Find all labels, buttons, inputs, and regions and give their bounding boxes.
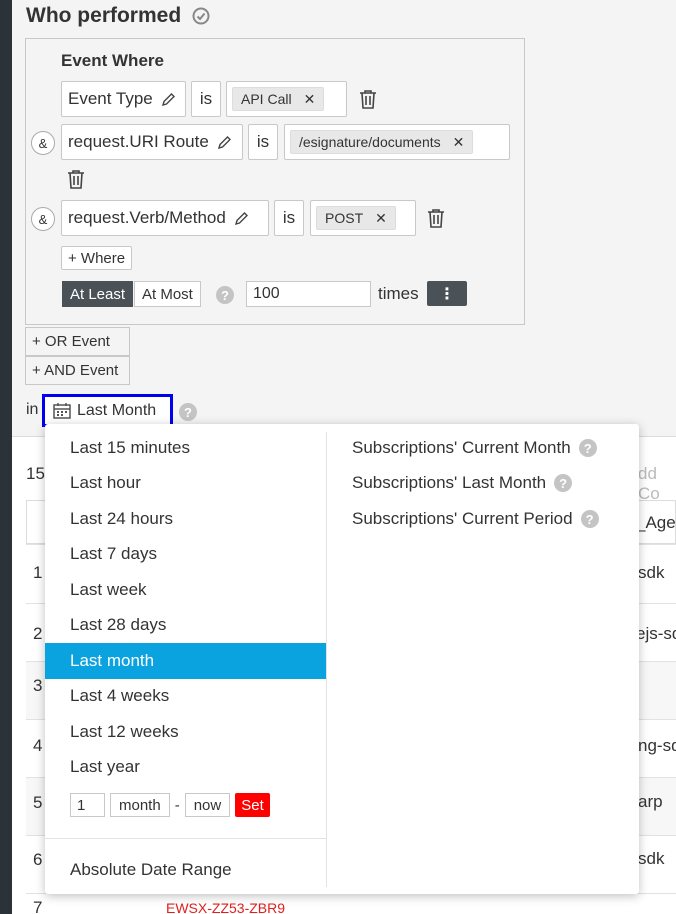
and-connector: & — [31, 207, 55, 231]
condition-operator[interactable]: is — [248, 124, 278, 160]
help-icon[interactable]: ? — [580, 510, 599, 528]
condition-field-event-type[interactable]: Event Type — [61, 81, 186, 117]
section-title: Who performed — [26, 4, 182, 27]
time-range-prefix: in — [26, 401, 39, 418]
subscription-option-label: Subscriptions' Last Month — [352, 473, 547, 492]
custom-amount-input[interactable]: 1 — [70, 793, 105, 817]
condition-value-box[interactable]: POST ✕ — [310, 200, 416, 236]
column-header-fragment: _Agen — [636, 513, 676, 532]
event-where-label: Event Where — [61, 51, 164, 70]
value-tag-label: POST — [325, 210, 364, 226]
and-connector: & — [31, 131, 55, 155]
at-least-toggle[interactable]: At Least — [62, 281, 134, 307]
condition-operator[interactable]: is — [191, 81, 221, 117]
range-option-last-4-weeks[interactable]: Last 4 weeks — [45, 678, 326, 714]
subscription-option-label: Subscriptions' Current Month — [352, 438, 571, 457]
custom-unit-select[interactable]: month — [110, 793, 170, 817]
condition-value-box[interactable]: /esignature/documents ✕ — [284, 124, 510, 160]
range-option-last-7-days[interactable]: Last 7 days — [45, 536, 326, 572]
time-range-label: Last Month — [77, 401, 157, 419]
condition-field-label: request.URI Route — [68, 132, 209, 151]
value-tag-label: API Call — [241, 91, 292, 107]
time-range-dropdown: Last 15 minutes Last hour Last 24 hours … — [45, 424, 639, 894]
dropdown-separator — [45, 838, 326, 839]
subscription-option-current-period[interactable]: Subscriptions' Current Period ? — [352, 509, 599, 529]
subscription-option-label: Subscriptions' Current Period — [352, 509, 573, 528]
or-event-button[interactable]: + OR Event — [25, 327, 130, 356]
remove-value-icon[interactable]: ✕ — [375, 210, 387, 227]
set-button[interactable]: Set — [235, 793, 270, 817]
help-icon[interactable]: ? — [578, 439, 597, 457]
check-clock-icon[interactable] — [191, 6, 211, 26]
section-heading: Who performed — [26, 4, 211, 28]
range-option-last-24-hours[interactable]: Last 24 hours — [45, 501, 326, 537]
range-option-last-12-weeks[interactable]: Last 12 weeks — [45, 714, 326, 750]
time-range-button[interactable]: Last Month — [42, 394, 173, 427]
condition-operator[interactable]: is — [274, 200, 304, 236]
trash-icon[interactable] — [67, 169, 85, 189]
condition-field-uri-route[interactable]: request.URI Route — [61, 124, 243, 160]
trash-icon[interactable] — [359, 89, 377, 109]
at-most-toggle[interactable]: At Most — [134, 281, 201, 307]
trash-icon[interactable] — [427, 208, 445, 228]
condition-value-box[interactable]: API Call ✕ — [226, 81, 347, 117]
absolute-date-range-option[interactable]: Absolute Date Range — [70, 860, 232, 880]
remove-value-icon[interactable]: ✕ — [453, 134, 465, 151]
help-icon[interactable]: ? — [554, 474, 573, 492]
range-option-last-hour[interactable]: Last hour — [45, 465, 326, 501]
kebab-menu-icon[interactable]: ⋮ — [427, 281, 467, 306]
subscription-option-last-month[interactable]: Subscriptions' Last Month ? — [352, 473, 573, 493]
condition-field-label: Event Type — [68, 89, 153, 108]
range-option-last-28-days[interactable]: Last 28 days — [45, 607, 326, 643]
range-option-last-week[interactable]: Last week — [45, 572, 326, 608]
range-option-last-month[interactable]: Last month — [45, 643, 326, 679]
condition-field-label: request.Verb/Method — [68, 208, 226, 227]
value-tag: API Call ✕ — [232, 87, 325, 111]
pencil-icon[interactable] — [217, 135, 232, 150]
times-label: times — [378, 284, 419, 303]
condition-field-verb-method[interactable]: request.Verb/Method — [61, 200, 269, 236]
pencil-icon[interactable] — [234, 211, 249, 226]
result-count: 15 — [26, 464, 45, 483]
count-input[interactable]: 100 — [246, 281, 371, 307]
table-row[interactable]: 7 EWSX-ZZ53-ZBR9 — [26, 893, 676, 914]
add-column-input[interactable]: dd Co — [638, 464, 676, 504]
value-tag-label: /esignature/documents — [299, 134, 441, 150]
remove-value-icon[interactable]: ✕ — [304, 91, 316, 108]
custom-range-row: 1 month - now Set — [70, 793, 270, 817]
custom-end-select[interactable]: now — [184, 793, 231, 817]
value-tag: POST ✕ — [316, 206, 396, 230]
value-tag: /esignature/documents ✕ — [290, 130, 474, 154]
dropdown-divider — [326, 432, 327, 887]
calendar-icon — [53, 402, 71, 419]
range-option-last-year[interactable]: Last year — [45, 749, 326, 785]
range-option-last-15-minutes[interactable]: Last 15 minutes — [45, 430, 326, 466]
left-sidebar-strip — [0, 0, 12, 914]
add-where-button[interactable]: + Where — [61, 246, 133, 270]
help-icon[interactable]: ? — [216, 286, 234, 304]
help-icon[interactable]: ? — [179, 403, 197, 421]
and-event-button[interactable]: + AND Event — [25, 356, 130, 385]
pencil-icon[interactable] — [161, 92, 176, 107]
custom-separator: - — [174, 796, 180, 814]
subscription-option-current-month[interactable]: Subscriptions' Current Month ? — [352, 438, 597, 458]
